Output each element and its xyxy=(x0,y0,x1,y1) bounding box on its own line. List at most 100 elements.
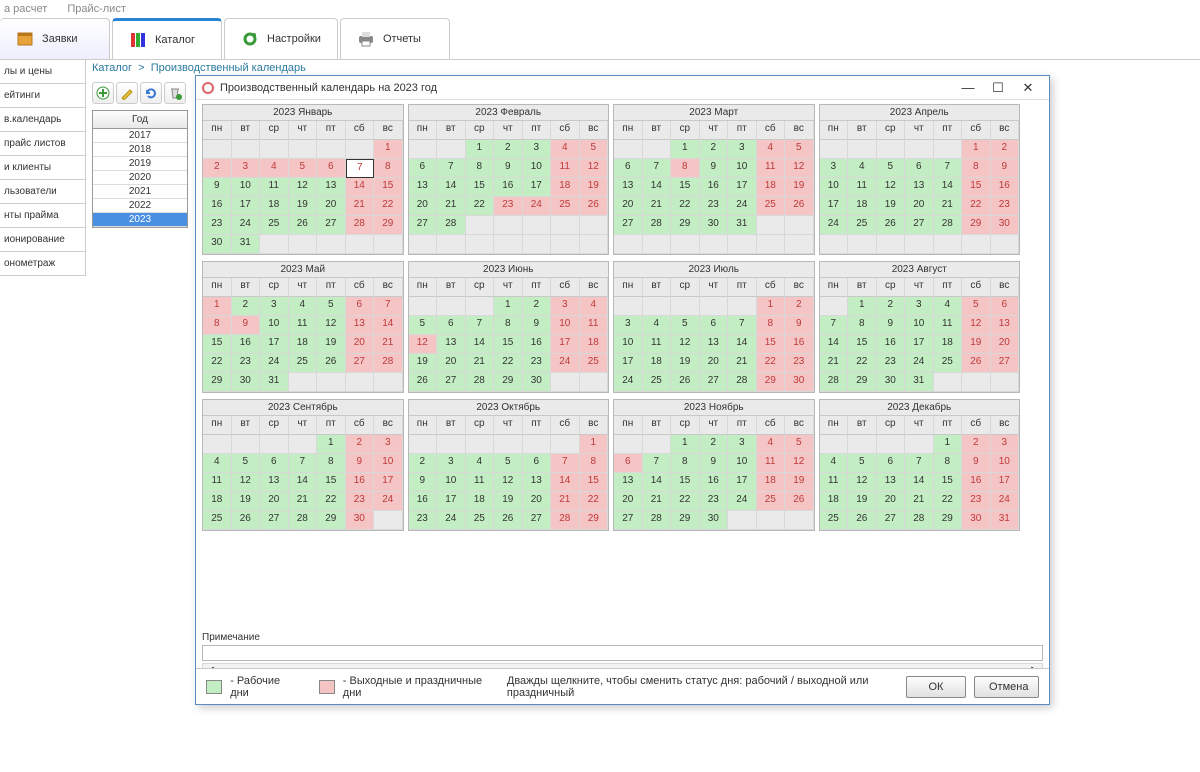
day-cell[interactable]: 9 xyxy=(523,316,552,335)
day-cell[interactable]: 7 xyxy=(934,159,963,178)
day-cell[interactable]: 4 xyxy=(757,140,786,159)
day-cell[interactable]: 21 xyxy=(643,197,672,216)
day-cell[interactable]: 14 xyxy=(346,178,375,197)
day-cell[interactable]: 3 xyxy=(905,297,934,316)
day-cell[interactable]: 26 xyxy=(317,354,346,373)
day-cell[interactable]: 27 xyxy=(614,216,643,235)
day-cell[interactable]: 24 xyxy=(374,492,403,511)
day-cell[interactable]: 23 xyxy=(700,197,729,216)
day-cell[interactable]: 24 xyxy=(991,492,1020,511)
day-cell[interactable]: 21 xyxy=(934,197,963,216)
close-button[interactable]: ✕ xyxy=(1013,78,1043,98)
day-cell[interactable]: 27 xyxy=(614,511,643,530)
day-cell[interactable]: 22 xyxy=(671,197,700,216)
day-cell[interactable]: 31 xyxy=(232,235,261,254)
day-cell[interactable]: 11 xyxy=(820,473,849,492)
day-cell[interactable]: 19 xyxy=(580,178,609,197)
day-cell[interactable]: 24 xyxy=(437,511,466,530)
day-cell[interactable]: 27 xyxy=(409,216,438,235)
day-cell[interactable]: 3 xyxy=(551,297,580,316)
day-cell[interactable]: 20 xyxy=(877,492,906,511)
year-row[interactable]: 2018 xyxy=(93,143,187,157)
day-cell[interactable]: 27 xyxy=(877,511,906,530)
day-cell[interactable]: 5 xyxy=(289,159,318,178)
day-cell[interactable]: 30 xyxy=(700,511,729,530)
day-cell[interactable]: 26 xyxy=(848,511,877,530)
day-cell[interactable]: 14 xyxy=(466,335,495,354)
day-cell[interactable]: 6 xyxy=(317,159,346,178)
day-cell[interactable]: 24 xyxy=(820,216,849,235)
day-cell[interactable]: 31 xyxy=(260,373,289,392)
day-cell[interactable]: 4 xyxy=(934,297,963,316)
day-cell[interactable]: 22 xyxy=(466,197,495,216)
day-cell[interactable]: 20 xyxy=(905,197,934,216)
day-cell[interactable]: 16 xyxy=(523,335,552,354)
year-row[interactable]: 2023 xyxy=(93,213,187,227)
day-cell[interactable]: 6 xyxy=(437,316,466,335)
day-cell[interactable]: 24 xyxy=(905,354,934,373)
day-cell[interactable]: 24 xyxy=(232,216,261,235)
day-cell[interactable]: 9 xyxy=(877,316,906,335)
day-cell[interactable]: 3 xyxy=(232,159,261,178)
day-cell[interactable]: 18 xyxy=(203,492,232,511)
day-cell[interactable]: 19 xyxy=(785,473,814,492)
day-cell[interactable]: 23 xyxy=(346,492,375,511)
year-row[interactable]: 2017 xyxy=(93,129,187,143)
day-cell[interactable]: 14 xyxy=(551,473,580,492)
day-cell[interactable]: 5 xyxy=(848,454,877,473)
day-cell[interactable]: 12 xyxy=(289,178,318,197)
day-cell[interactable]: 17 xyxy=(905,335,934,354)
refresh-button[interactable] xyxy=(140,82,162,104)
day-cell[interactable]: 6 xyxy=(700,316,729,335)
day-cell[interactable]: 2 xyxy=(346,435,375,454)
day-cell[interactable]: 29 xyxy=(580,511,609,530)
day-cell[interactable]: 1 xyxy=(962,140,991,159)
year-row[interactable]: 2021 xyxy=(93,185,187,199)
day-cell[interactable]: 3 xyxy=(614,316,643,335)
day-cell[interactable]: 14 xyxy=(905,473,934,492)
day-cell[interactable]: 5 xyxy=(409,316,438,335)
day-cell[interactable]: 12 xyxy=(877,178,906,197)
day-cell[interactable]: 13 xyxy=(991,316,1020,335)
day-cell[interactable]: 4 xyxy=(643,316,672,335)
day-cell[interactable]: 26 xyxy=(580,197,609,216)
day-cell[interactable]: 22 xyxy=(580,492,609,511)
day-cell[interactable]: 18 xyxy=(260,197,289,216)
day-cell[interactable]: 9 xyxy=(346,454,375,473)
day-cell[interactable]: 17 xyxy=(820,197,849,216)
day-cell[interactable]: 12 xyxy=(409,335,438,354)
day-cell[interactable]: 5 xyxy=(962,297,991,316)
year-row[interactable]: 2022 xyxy=(93,199,187,213)
day-cell[interactable]: 25 xyxy=(757,492,786,511)
day-cell[interactable]: 6 xyxy=(409,159,438,178)
day-cell[interactable]: 23 xyxy=(203,216,232,235)
day-cell[interactable]: 4 xyxy=(757,435,786,454)
day-cell[interactable]: 20 xyxy=(523,492,552,511)
day-cell[interactable]: 15 xyxy=(848,335,877,354)
day-cell[interactable]: 2 xyxy=(877,297,906,316)
day-cell[interactable]: 21 xyxy=(643,492,672,511)
day-cell[interactable]: 22 xyxy=(757,354,786,373)
day-cell[interactable]: 28 xyxy=(728,373,757,392)
day-cell[interactable]: 15 xyxy=(671,178,700,197)
day-cell[interactable]: 13 xyxy=(523,473,552,492)
day-cell[interactable]: 8 xyxy=(671,159,700,178)
day-cell[interactable]: 25 xyxy=(934,354,963,373)
day-cell[interactable]: 16 xyxy=(346,473,375,492)
day-cell[interactable]: 17 xyxy=(551,335,580,354)
day-cell[interactable]: 13 xyxy=(614,178,643,197)
menu-item[interactable]: Прайс-лист xyxy=(67,3,126,15)
day-cell[interactable]: 17 xyxy=(260,335,289,354)
day-cell[interactable]: 11 xyxy=(848,178,877,197)
day-cell[interactable]: 7 xyxy=(728,316,757,335)
day-cell[interactable]: 7 xyxy=(905,454,934,473)
day-cell[interactable]: 28 xyxy=(643,216,672,235)
day-cell[interactable]: 14 xyxy=(374,316,403,335)
day-cell[interactable]: 25 xyxy=(757,197,786,216)
day-cell[interactable]: 27 xyxy=(523,511,552,530)
day-cell[interactable]: 8 xyxy=(580,454,609,473)
day-cell[interactable]: 28 xyxy=(643,511,672,530)
day-cell[interactable]: 10 xyxy=(551,316,580,335)
day-cell[interactable]: 19 xyxy=(289,197,318,216)
day-cell[interactable]: 29 xyxy=(934,511,963,530)
